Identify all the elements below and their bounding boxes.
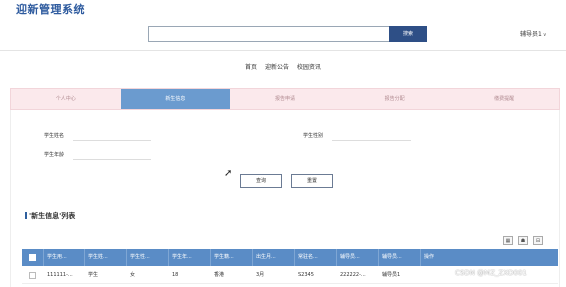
section-title-text: '新生信息'列表	[29, 212, 76, 220]
column-header[interactable]: 学生籍...	[211, 249, 253, 266]
chevron-down-icon: ∨	[542, 32, 547, 38]
table-cell: 女	[130, 272, 136, 278]
search-input[interactable]	[148, 26, 390, 42]
student-gender-label: 学生性别	[303, 133, 324, 139]
row-checkbox[interactable]	[29, 272, 36, 279]
table-cell: 学生	[88, 272, 99, 278]
select-all-cell	[22, 249, 44, 266]
mouse-cursor-icon: ➚	[224, 168, 233, 179]
student-name-label: 学生姓名	[44, 133, 65, 139]
search-button[interactable]: 搜索	[389, 26, 427, 42]
table-header: 学生用... 学生姓... 学生性... 学生年... 学生籍... 出生月..…	[22, 249, 558, 266]
nav-item-announcements[interactable]: 迎新公告	[265, 62, 289, 71]
user-menu[interactable]: 辅导员1∨	[520, 29, 547, 38]
table-cell: 辅导员1	[382, 272, 401, 278]
column-header[interactable]: 学生性...	[127, 249, 169, 266]
student-age-label: 学生年龄	[44, 152, 65, 158]
column-header[interactable]: 常驻名...	[295, 249, 337, 266]
module-tabs: 个人中心 新生信息 报告申请 报告分配 缴费提醒	[10, 88, 560, 110]
tab-report-allocation[interactable]: 报告分配	[340, 89, 450, 109]
app-title: 迎新管理系统	[16, 3, 85, 16]
query-button[interactable]: 查询	[240, 174, 282, 188]
table-icon[interactable]: ▦	[503, 236, 513, 245]
header-divider	[0, 50, 566, 51]
nav-item-home[interactable]: 首页	[245, 62, 257, 71]
table-cell: 222222-...	[340, 272, 366, 278]
tab-freshman-info[interactable]: 新生信息	[120, 89, 231, 109]
section-accent-bar	[25, 212, 27, 219]
column-header: 操作	[424, 254, 435, 260]
tab-report-application[interactable]: 报告申请	[230, 89, 340, 109]
main-nav: 首页 迎新公告 校园资讯	[0, 62, 566, 71]
top-header: 迎新管理系统 搜索 辅导员1∨	[0, 0, 566, 48]
tab-fee-reminder[interactable]: 缴费提醒	[449, 89, 559, 109]
student-age-field[interactable]	[73, 150, 151, 160]
nav-item-campus-news[interactable]: 校园资讯	[297, 62, 321, 71]
table-cell: S2345	[298, 272, 314, 278]
column-header[interactable]: 辅导员...	[379, 249, 421, 266]
section-title: '新生信息'列表	[25, 211, 75, 221]
column-header[interactable]: 学生姓...	[85, 249, 127, 266]
table-cell: 香港	[214, 272, 225, 278]
print-icon[interactable]: ⊟	[533, 236, 543, 245]
table-cell: 3月	[256, 272, 265, 278]
table-cell: 18	[172, 272, 179, 278]
select-all-checkbox[interactable]	[29, 254, 36, 261]
column-header[interactable]: 出生月...	[253, 249, 295, 266]
tab-personal-center[interactable]: 个人中心	[11, 89, 121, 109]
column-header[interactable]: 学生年...	[169, 249, 211, 266]
table-cell: 111111-...	[47, 272, 73, 278]
column-header[interactable]: 学生用...	[44, 249, 85, 266]
column-header[interactable]: 辅导员...	[337, 249, 379, 266]
student-name-field[interactable]	[73, 131, 151, 141]
user-icon[interactable]: ☗	[518, 236, 528, 245]
watermark: CSDN @MZ_ZXD001	[455, 269, 527, 277]
student-gender-field[interactable]	[332, 131, 411, 141]
reset-button[interactable]: 重置	[291, 174, 333, 188]
row-select-cell	[22, 267, 44, 284]
user-menu-label: 辅导员1	[520, 31, 542, 38]
